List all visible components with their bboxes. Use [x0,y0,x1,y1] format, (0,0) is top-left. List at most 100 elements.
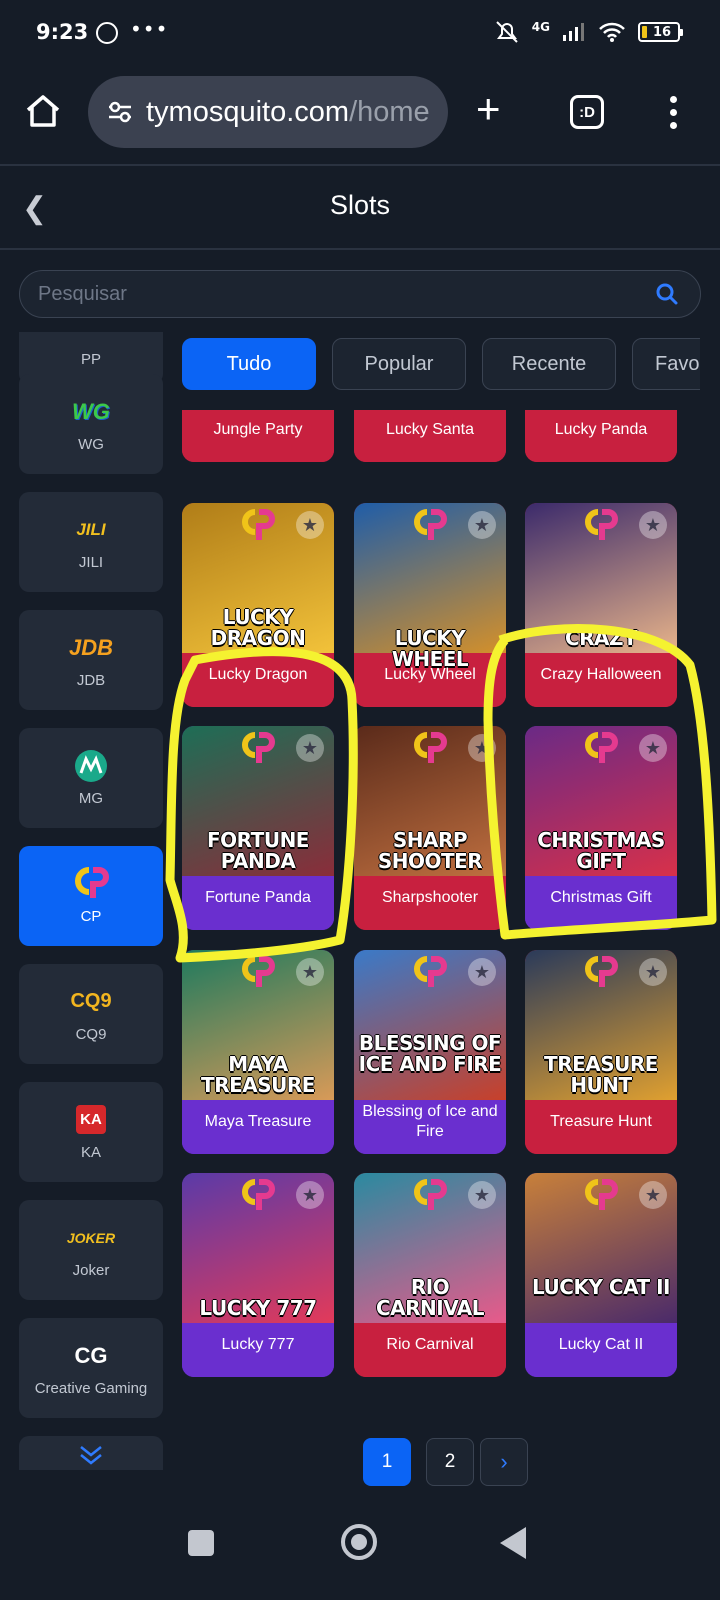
game-card[interactable]: Lucky Santa [354,410,506,462]
cp-games-logo [242,509,275,540]
favorite-star-icon[interactable]: ★ [639,1181,667,1209]
provider-joker[interactable]: JOKER Joker [19,1200,163,1300]
game-card[interactable]: ★ FORTUNE PANDA Fortune Panda [182,726,334,930]
provider-label: CQ9 [75,1025,107,1043]
tab-tudo[interactable]: Tudo [182,338,316,390]
chevron-double-down-icon [80,1446,102,1465]
wifi-icon [599,22,625,42]
search-icon[interactable] [656,283,678,305]
site-settings-icon[interactable] [106,98,134,126]
divider [0,248,720,250]
game-card[interactable]: ★ LUCKY WHEEL Lucky Wheel [354,503,506,707]
tab-popular[interactable]: Popular [332,338,466,390]
favorite-star-icon[interactable]: ★ [296,511,324,539]
game-card[interactable]: PARTYJungle Party [182,410,334,462]
url-path: /home [349,96,430,128]
browser-toolbar: tymosquito.com/home + :D [0,68,720,164]
battery-icon: 16 [638,22,683,42]
sidebar-scroll-down[interactable] [19,1436,163,1470]
game-card[interactable]: Lucky Panda [525,410,677,462]
game-name: Lucky Panda [554,421,648,438]
game-card[interactable]: ★ TREASURE HUNT Treasure Hunt [525,950,677,1154]
cp-games-logo [585,732,618,763]
game-art-title: SHARP SHOOTER [377,828,483,873]
cp-games-logo [242,732,275,763]
provider-label: KA [80,1143,101,1161]
favorite-star-icon[interactable]: ★ [639,511,667,539]
favorite-star-icon[interactable]: ★ [468,1181,496,1209]
favorite-star-icon[interactable]: ★ [639,958,667,986]
home-nav-icon[interactable] [341,1524,377,1560]
page-1-button[interactable]: 1 [363,1438,411,1486]
game-card[interactable]: ★ BLESSING OF ICE AND FIRE Blessing of Ice… [354,950,506,1154]
provider-label: JILI [78,553,104,571]
game-art-title: MAYA TREASURE [201,1052,315,1097]
provider-creative-gaming[interactable]: CG Creative Gaming [19,1318,163,1418]
provider-label: Creative Gaming [34,1379,148,1397]
recents-icon[interactable] [188,1530,214,1556]
address-bar[interactable]: tymosquito.com/home [88,76,448,148]
game-name: Maya Treasure [204,1113,312,1130]
provider-label: JDB [76,671,106,689]
cp-games-logo [414,956,447,987]
favorite-star-icon[interactable]: ★ [639,734,667,762]
game-name: Treasure Hunt [550,1113,652,1130]
system-nav-bar [0,1500,720,1600]
favorite-star-icon[interactable]: ★ [296,734,324,762]
game-art-title: LUCKY CAT II [532,1275,670,1299]
provider-ka[interactable]: KA KA [19,1082,163,1182]
new-tab-icon[interactable]: + [476,88,501,130]
game-name: Jungle Party [213,421,303,438]
provider-cp[interactable]: CP [19,846,163,946]
provider-jdb[interactable]: JDB JDB [19,610,163,710]
provider-wg[interactable]: WG WG [19,374,163,474]
game-name: Sharpshooter [381,889,479,906]
game-card[interactable]: ★ CHRISTMAS GIFT Christmas Gift [525,726,677,930]
cp-games-logo [414,509,447,540]
provider-mg[interactable]: MG [19,728,163,828]
page-2-button[interactable]: 2 [426,1438,474,1486]
game-name: Blessing of Ice and Fire [362,1103,498,1140]
back-nav-icon[interactable] [500,1527,526,1559]
ka-logo-text: KA [76,1105,106,1134]
game-name: Lucky Wheel [384,666,476,683]
game-art-title: CHRISTMAS GIFT [537,828,665,873]
filter-tabs: Tudo Popular Recente Favo [182,338,700,390]
tab-switcher-button[interactable]: :D [570,95,604,129]
home-icon[interactable] [24,92,62,130]
provider-label: Joker [72,1261,110,1279]
favorite-star-icon[interactable]: ★ [468,511,496,539]
game-card[interactable]: ★ LUCKY 777 Lucky 777 [182,1173,334,1377]
provider-jili[interactable]: JILI JILI [19,492,163,592]
cp-games-logo [242,956,275,987]
game-card[interactable]: ★ RIO CARNIVAL Rio Carnival [354,1173,506,1377]
provider-cq9[interactable]: CQ9 CQ9 [19,964,163,1064]
favorite-star-icon[interactable]: ★ [468,734,496,762]
favorite-star-icon[interactable]: ★ [296,1181,324,1209]
cg-logo: CG [74,1342,108,1368]
game-card[interactable]: ★ LUCKY DRAGON Lucky Dragon [182,503,334,707]
browser-menu-icon[interactable] [668,96,678,129]
tab-favoritos[interactable]: Favo [632,338,700,390]
joker-logo: JOKER [66,1229,116,1246]
game-card[interactable]: ★ LUCKY CAT II Lucky Cat II [525,1173,677,1377]
search-input[interactable] [38,271,638,317]
favorite-star-icon[interactable]: ★ [468,958,496,986]
tab-recente[interactable]: Recente [482,338,616,390]
next-page-button[interactable]: › [480,1438,528,1486]
game-card[interactable]: ★ CRAZY Crazy Halloween [525,503,677,707]
mute-icon [496,21,518,43]
whatsapp-icon [96,22,118,44]
cp-games-logo [585,956,618,987]
game-name: Rio Carnival [386,1336,474,1353]
game-card[interactable]: ★ SHARP SHOOTER Sharpshooter [354,726,506,930]
provider-sidebar: PP WG WG JILI JILI JDB JDB MG CP CQ9 CQ9… [19,332,163,1470]
game-art-title: LUCKY DRAGON [210,605,306,650]
cp-games-logo [414,1179,447,1210]
favorite-star-icon[interactable]: ★ [296,958,324,986]
wg-logo: WG [72,398,110,424]
jdb-logo: JDB [68,634,113,660]
game-card[interactable]: ★ MAYA TREASURE Maya Treasure [182,950,334,1154]
game-art-title: TREASURE HUNT [544,1052,658,1097]
game-art-title: BLESSING OF ICE AND FIRE [358,1031,502,1076]
